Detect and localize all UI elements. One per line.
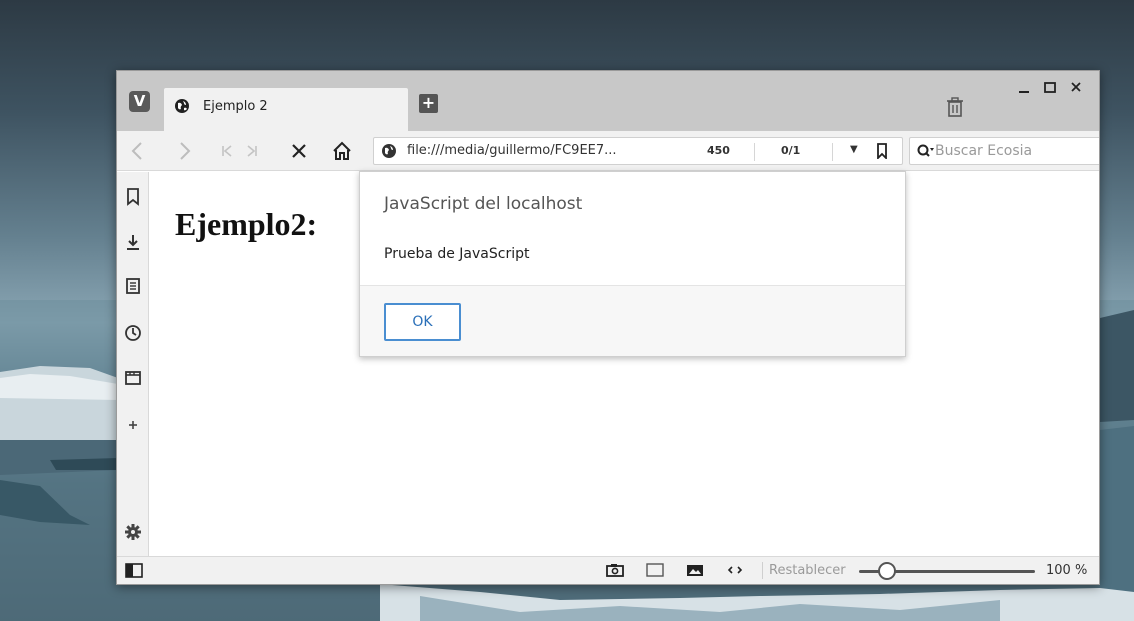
ok-button[interactable]: OK: [384, 303, 461, 341]
tab-title: Ejemplo 2: [203, 99, 268, 114]
browser-window: V Ejemplo 2 + file:///media/guillermo/FC…: [116, 70, 1100, 585]
page-counter: 450: [707, 144, 730, 157]
address-url[interactable]: file:///media/guillermo/FC9EE7...: [407, 143, 617, 158]
dialog-title: JavaScript del localhost: [384, 194, 583, 214]
notes-icon[interactable]: [123, 276, 143, 296]
divider: [832, 143, 833, 161]
dialog-footer: OK: [360, 285, 905, 356]
zoom-slider-handle[interactable]: [878, 562, 897, 580]
navigation-toolbar: file:///media/guillermo/FC9EE7... 450 0/…: [117, 131, 1099, 171]
status-bar: Restablecer 100 %: [117, 556, 1099, 584]
minimize-icon[interactable]: [1011, 80, 1037, 98]
bookmark-icon[interactable]: [876, 143, 888, 159]
rewind-icon[interactable]: [215, 139, 239, 163]
code-icon[interactable]: [725, 562, 745, 578]
history-icon[interactable]: [123, 323, 143, 343]
downloads-icon[interactable]: [123, 232, 143, 252]
dialog-message: Prueba de JavaScript: [384, 246, 530, 262]
settings-icon[interactable]: [123, 522, 143, 542]
zoom-level: 100 %: [1046, 563, 1088, 578]
divider: [754, 143, 755, 161]
maximize-icon[interactable]: [1037, 80, 1063, 98]
home-icon[interactable]: [330, 139, 354, 163]
camera-icon[interactable]: [605, 562, 625, 578]
match-ratio: 0/1: [781, 144, 801, 157]
vivaldi-logo-icon[interactable]: V: [129, 91, 150, 112]
site-info-icon[interactable]: [381, 143, 397, 159]
forward-icon[interactable]: [172, 139, 196, 163]
side-panel: [117, 172, 149, 558]
page-heading: Ejemplo2:: [175, 206, 318, 242]
javascript-alert-dialog: JavaScript del localhost Prueba de JavaS…: [359, 171, 906, 357]
new-tab-icon[interactable]: +: [419, 94, 438, 113]
add-panel-icon[interactable]: [123, 415, 143, 435]
search-engine-icon[interactable]: [917, 144, 935, 160]
trash-icon[interactable]: [946, 97, 964, 117]
image-icon[interactable]: [685, 562, 705, 578]
back-icon[interactable]: [126, 139, 150, 163]
panel-toggle-icon[interactable]: [125, 563, 143, 578]
divider: [762, 562, 763, 579]
window-icon[interactable]: [123, 368, 143, 388]
search-box[interactable]: [909, 137, 1099, 165]
globe-icon: [175, 99, 189, 113]
search-input[interactable]: [935, 140, 1099, 162]
bookmarks-icon[interactable]: [123, 186, 143, 206]
stop-icon[interactable]: [287, 139, 311, 163]
address-bar[interactable]: file:///media/guillermo/FC9EE7... 450 0/…: [373, 137, 903, 165]
dropdown-icon[interactable]: ▼: [850, 144, 858, 155]
tab-ejemplo-2[interactable]: Ejemplo 2: [164, 88, 408, 131]
tile-icon[interactable]: [645, 562, 665, 578]
close-icon[interactable]: [1063, 80, 1089, 98]
fast-forward-icon[interactable]: [240, 139, 264, 163]
tab-bar: V Ejemplo 2 +: [117, 71, 1099, 131]
zoom-reset-button[interactable]: Restablecer: [769, 563, 846, 578]
